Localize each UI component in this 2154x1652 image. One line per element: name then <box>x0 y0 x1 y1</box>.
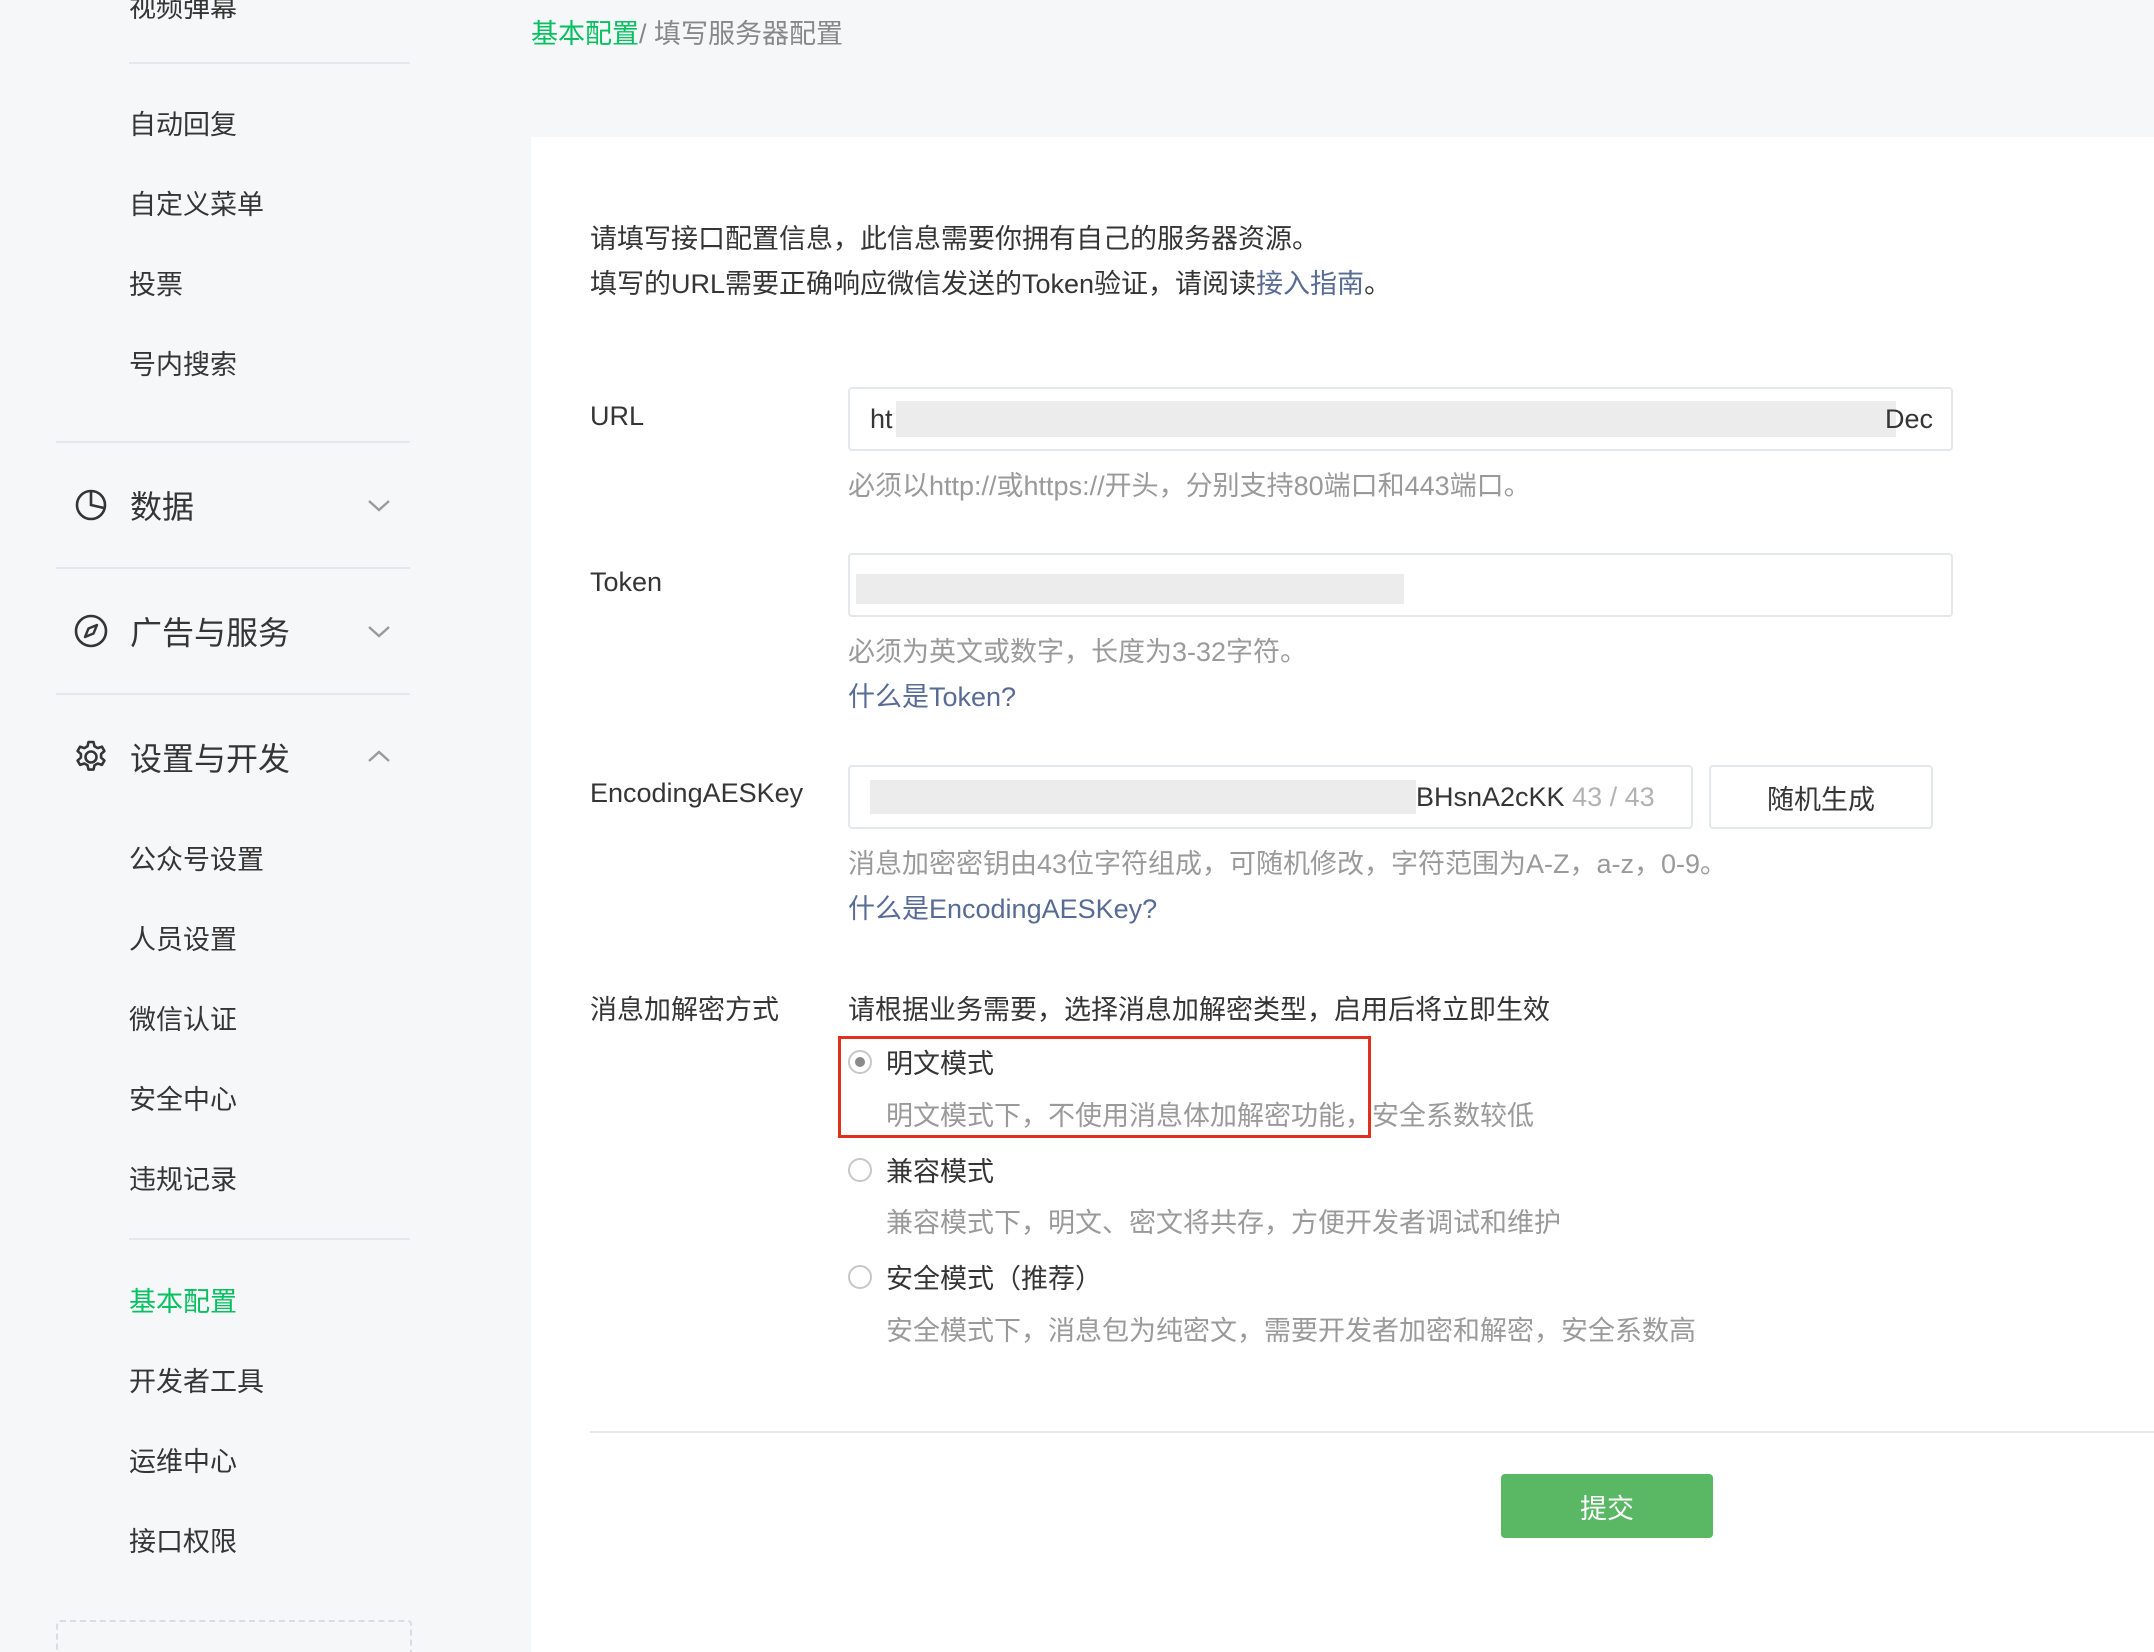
sidebar-group-label: 数据 <box>130 489 195 525</box>
breadcrumb-separator: / <box>639 19 647 49</box>
sidebar-item-video-danmaku[interactable]: 视频弹幕 <box>129 0 237 26</box>
breadcrumb-current: 填写服务器配置 <box>646 19 844 49</box>
sidebar-divider <box>56 567 410 569</box>
chevron-down-icon <box>368 626 390 638</box>
random-generate-button[interactable]: 随机生成 <box>1709 765 1933 829</box>
sidebar: 视频弹幕 自动回复 自定义菜单 投票 号内搜索 数据 广告与服务 设置与开发 公… <box>0 0 530 1652</box>
sidebar-group-label: 广告与服务 <box>130 615 291 651</box>
chevron-down-icon <box>368 500 390 512</box>
main-panel: 请填写接口配置信息，此信息需要你拥有自己的服务器资源。 填写的URL需要正确响应… <box>531 137 2154 1652</box>
sidebar-item-account-settings[interactable]: 公众号设置 <box>129 842 264 878</box>
encrypt-mode-label: 消息加解密方式 <box>590 995 779 1025</box>
intro-line-2-suffix: 。 <box>1364 269 1392 299</box>
sidebar-item-basic-config[interactable]: 基本配置 <box>129 1284 237 1320</box>
sidebar-group-settings-dev[interactable]: 设置与开发 <box>72 732 410 782</box>
sidebar-dashed-box <box>56 1620 412 1652</box>
aeskey-label: EncodingAESKey <box>590 778 804 808</box>
radio-description: 兼容模式下，明文、密文将共存，方便开发者调试和维护 <box>886 1208 1561 1238</box>
what-is-token-link[interactable]: 什么是Token? <box>848 675 1016 714</box>
breadcrumb-link-basic-config[interactable]: 基本配置 <box>531 19 639 49</box>
sidebar-item-vote[interactable]: 投票 <box>129 267 183 303</box>
radio-secure-mode[interactable]: 安全模式（推荐） <box>848 1257 1102 1296</box>
sidebar-item-auto-reply[interactable]: 自动回复 <box>129 107 237 143</box>
pie-chart-icon <box>75 489 107 521</box>
encrypt-mode-intro: 请根据业务需要，选择消息加解密类型，启用后将立即生效 <box>848 995 1550 1025</box>
url-label: URL <box>590 401 645 431</box>
sidebar-item-security-center[interactable]: 安全中心 <box>129 1082 237 1118</box>
sidebar-item-ops-center[interactable]: 运维中心 <box>129 1444 237 1480</box>
aeskey-redaction <box>870 780 1416 814</box>
aeskey-char-count: 43 / 43 <box>1572 782 1655 812</box>
sidebar-group-ads-services[interactable]: 广告与服务 <box>72 606 410 656</box>
radio-label: 兼容模式 <box>886 1157 994 1187</box>
url-hint: 必须以http://或https://开头，分别支持80端口和443端口。 <box>848 471 1531 501</box>
sidebar-divider <box>56 693 410 695</box>
aeskey-hint: 消息加密密钥由43位字符组成，可随机修改，字符范围为A-Z，a-z，0-9。 <box>848 849 1728 879</box>
gear-icon <box>76 740 106 771</box>
intro-line-1: 请填写接口配置信息，此信息需要你拥有自己的服务器资源。 <box>590 224 1319 254</box>
aeskey-input[interactable]: BHsnA2cKK 43 / 43 <box>848 765 1693 829</box>
breadcrumb: 基本配置/ 填写服务器配置 <box>531 16 843 52</box>
url-value-start: ht <box>870 404 893 434</box>
radio-description: 安全模式下，消息包为纯密文，需要开发者加密和解密，安全系数高 <box>886 1316 1696 1346</box>
sidebar-item-custom-menu[interactable]: 自定义菜单 <box>129 187 264 223</box>
sidebar-group-data[interactable]: 数据 <box>72 480 410 530</box>
sidebar-divider <box>129 1238 410 1240</box>
url-value-end: Dec <box>1884 404 1933 434</box>
radio-plaintext-mode[interactable]: 明文模式 <box>848 1042 994 1081</box>
compass-icon <box>74 614 108 648</box>
radio-label: 安全模式（推荐） <box>886 1264 1102 1294</box>
url-input[interactable]: ht Dec <box>848 387 1953 451</box>
form-divider <box>590 1431 2154 1433</box>
token-label: Token <box>590 567 663 597</box>
token-hint: 必须为英文或数字，长度为3-32字符。 <box>848 637 1308 667</box>
sidebar-item-staff-settings[interactable]: 人员设置 <box>129 922 237 958</box>
intro-line-2: 填写的URL需要正确响应微信发送的Token验证，请阅读接入指南。 <box>590 262 1391 307</box>
sidebar-group-label: 设置与开发 <box>130 741 291 777</box>
token-redaction <box>856 574 1404 604</box>
access-guide-link[interactable]: 接入指南 <box>1256 269 1364 299</box>
page: 视频弹幕 自动回复 自定义菜单 投票 号内搜索 数据 广告与服务 设置与开发 公… <box>0 0 2154 1652</box>
radio-compatible-mode[interactable]: 兼容模式 <box>848 1150 994 1189</box>
token-input[interactable] <box>848 553 1953 617</box>
sidebar-item-violation-records[interactable]: 违规记录 <box>129 1162 237 1198</box>
intro-line-2-text: 填写的URL需要正确响应微信发送的Token验证，请阅读 <box>590 269 1257 299</box>
radio-button[interactable] <box>848 1264 872 1289</box>
sidebar-item-developer-tools[interactable]: 开发者工具 <box>129 1364 264 1400</box>
intro-text: 请填写接口配置信息，此信息需要你拥有自己的服务器资源。 填写的URL需要正确响应… <box>590 217 1391 307</box>
submit-button[interactable]: 提交 <box>1501 1474 1713 1538</box>
sidebar-item-in-account-search[interactable]: 号内搜索 <box>129 347 237 383</box>
radio-description: 明文模式下，不使用消息体加解密功能，安全系数较低 <box>886 1101 1534 1131</box>
url-redaction <box>896 401 1896 437</box>
sidebar-item-wechat-verification[interactable]: 微信认证 <box>129 1002 237 1038</box>
aeskey-value-end: BHsnA2cKK 43 / 43 <box>1416 782 1655 813</box>
what-is-aeskey-link[interactable]: 什么是EncodingAESKey? <box>848 887 1157 926</box>
radio-button[interactable] <box>848 1049 872 1074</box>
radio-button[interactable] <box>848 1157 872 1182</box>
aeskey-value-text: BHsnA2cKK <box>1416 782 1565 812</box>
sidebar-item-api-permissions[interactable]: 接口权限 <box>129 1524 237 1560</box>
sidebar-divider <box>129 62 410 64</box>
radio-label: 明文模式 <box>886 1049 994 1079</box>
chevron-up-icon <box>368 750 390 762</box>
sidebar-divider <box>56 441 410 443</box>
